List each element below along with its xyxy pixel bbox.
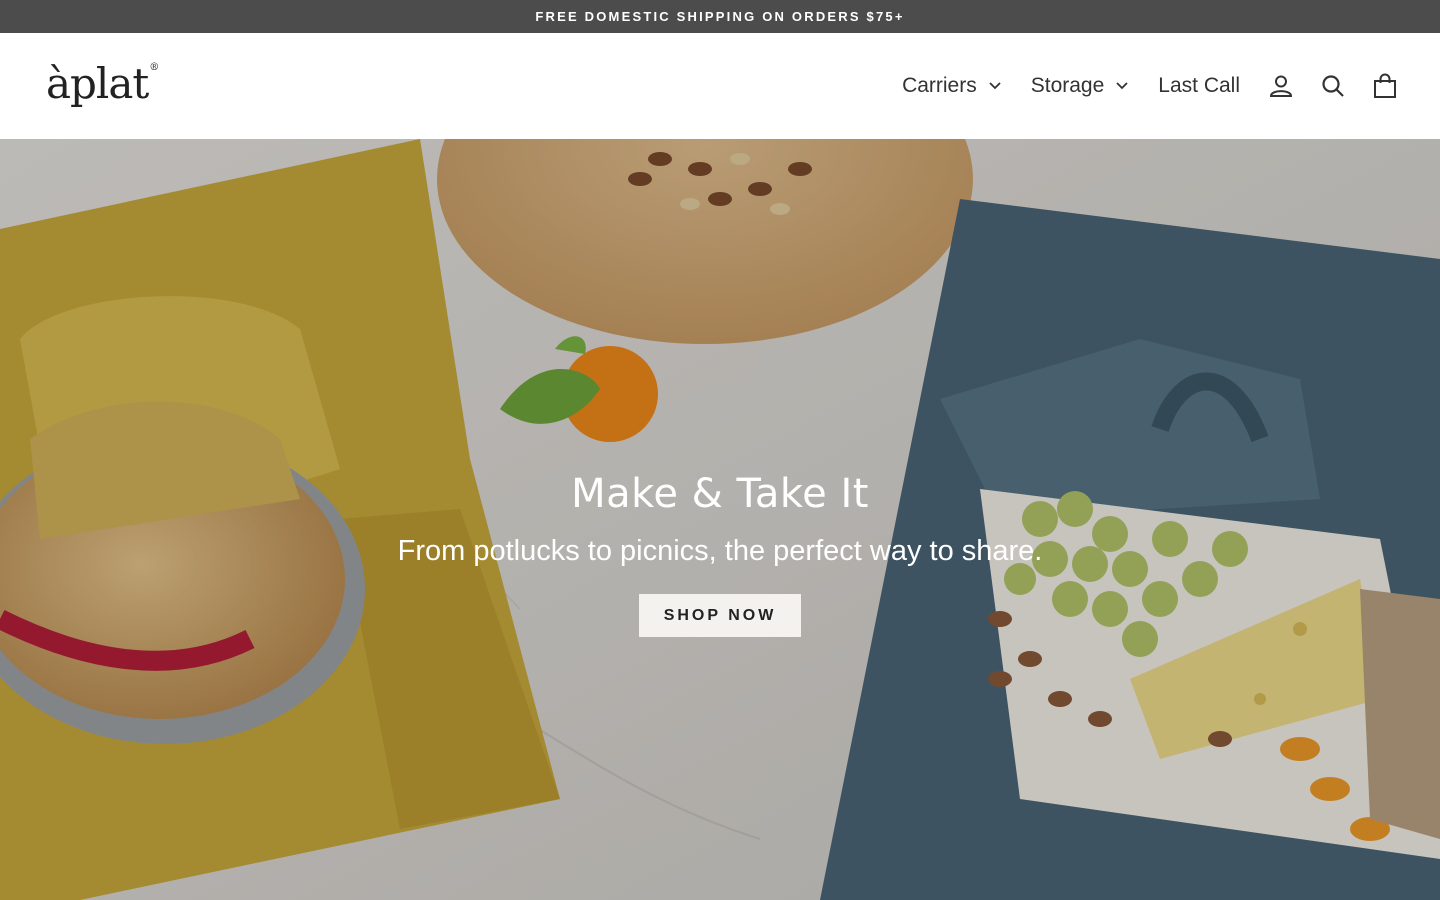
announcement-bar: FREE DOMESTIC SHIPPING ON ORDERS $75+ [0,0,1440,33]
announcement-text: FREE DOMESTIC SHIPPING ON ORDERS $75+ [535,9,905,24]
main-nav: Carriers Storage Last Call [902,33,1440,139]
site-header: àplat ® Carriers Storage Last Call [0,33,1440,139]
hero-title: Make & Take It [571,471,869,517]
nav-label: Last Call [1158,74,1240,97]
shop-now-button[interactable]: SHOP NOW [638,594,802,637]
hero-content: Make & Take It From potlucks to picnics,… [0,471,1440,637]
cart-icon[interactable] [1372,73,1398,99]
nav-item-carriers[interactable]: Carriers [902,74,1003,98]
brand-logo[interactable]: àplat ® [46,59,159,108]
search-icon[interactable] [1320,73,1346,99]
hero-subtitle: From potlucks to picnics, the perfect wa… [397,535,1043,567]
account-icon[interactable] [1268,73,1294,99]
chevron-down-icon [989,79,1003,93]
registered-mark: ® [149,62,159,73]
chevron-down-icon [1116,79,1130,93]
nav-label: Storage [1030,74,1105,97]
hero-banner: Make & Take It From potlucks to picnics,… [0,139,1440,900]
nav-label: Carriers [902,74,977,97]
logo-text: àplat [46,59,149,108]
nav-item-storage[interactable]: Storage [1031,74,1131,98]
nav-item-last-call[interactable]: Last Call [1158,74,1240,98]
